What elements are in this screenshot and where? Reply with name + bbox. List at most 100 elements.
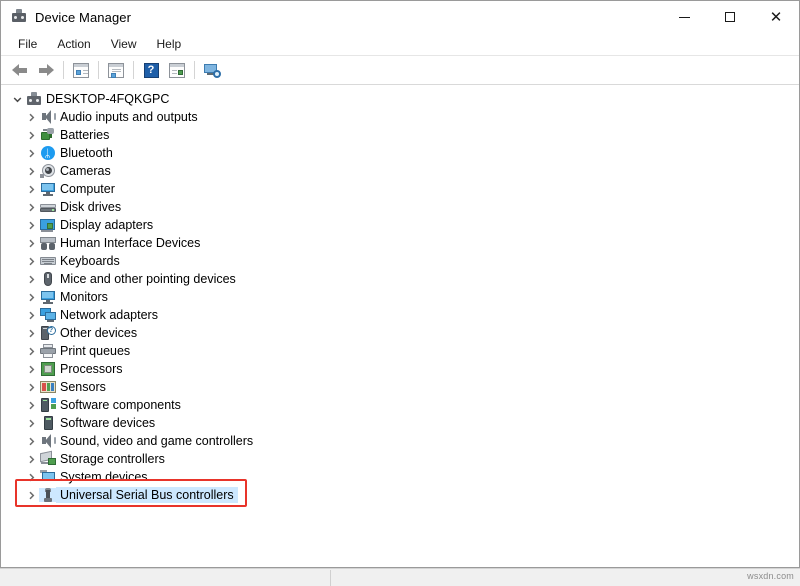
back-button[interactable]	[7, 58, 33, 82]
chevron-right-icon[interactable]	[23, 257, 39, 266]
minimize-button[interactable]	[661, 1, 707, 33]
tree-item-label: Sound, video and game controllers	[56, 433, 257, 449]
tree-item-sound-video-game[interactable]: Sound, video and game controllers	[1, 432, 799, 450]
chevron-right-icon[interactable]	[23, 383, 39, 392]
chevron-right-icon[interactable]	[23, 419, 39, 428]
tree-root-label: DESKTOP-4FQKGPC	[42, 91, 173, 107]
tree-item-label: Bluetooth	[56, 145, 117, 161]
tree-item-computer[interactable]: Computer	[1, 180, 799, 198]
tree-item-label: Display adapters	[56, 217, 157, 233]
tree-item-software-devices[interactable]: Software devices	[1, 414, 799, 432]
chevron-right-icon[interactable]	[23, 113, 39, 122]
chevron-right-icon[interactable]	[23, 473, 39, 482]
menu-view[interactable]: View	[102, 35, 146, 53]
forward-arrow-icon	[38, 64, 54, 77]
tree-item-label: Audio inputs and outputs	[56, 109, 202, 125]
chevron-right-icon[interactable]	[23, 437, 39, 446]
forward-button[interactable]	[33, 58, 59, 82]
display-adapter-icon	[39, 218, 56, 232]
maximize-button[interactable]	[707, 1, 753, 33]
tree-item-hid[interactable]: Human Interface Devices	[1, 234, 799, 252]
tree-root-desktop[interactable]: DESKTOP-4FQKGPC	[1, 90, 799, 108]
chevron-right-icon[interactable]	[23, 185, 39, 194]
back-arrow-icon	[12, 64, 28, 77]
status-bar-section-left	[0, 570, 331, 586]
toolbar-separator	[194, 61, 195, 79]
chevron-right-icon[interactable]	[23, 347, 39, 356]
scan-hardware-changes-button[interactable]	[199, 58, 225, 82]
tree-item-system-devices[interactable]: System devices	[1, 468, 799, 486]
tree-item-other-devices[interactable]: ? Other devices	[1, 324, 799, 342]
software-device-icon	[39, 416, 56, 430]
tree-item-sensors[interactable]: Sensors	[1, 378, 799, 396]
mouse-icon	[39, 272, 56, 286]
chevron-right-icon[interactable]	[23, 401, 39, 410]
tree-item-software-components[interactable]: Software components	[1, 396, 799, 414]
menu-file[interactable]: File	[9, 35, 46, 53]
chevron-right-icon[interactable]	[23, 221, 39, 230]
chevron-right-icon[interactable]	[23, 491, 39, 500]
properties-button[interactable]	[68, 58, 94, 82]
chevron-down-icon[interactable]	[9, 95, 25, 104]
tree-item-label: Universal Serial Bus controllers	[56, 487, 238, 503]
disk-drive-icon	[39, 200, 56, 214]
chevron-right-icon[interactable]	[23, 149, 39, 158]
close-button[interactable]: ✕	[753, 1, 799, 33]
human-interface-device-icon	[39, 236, 56, 250]
tree-item-display-adapters[interactable]: Display adapters	[1, 216, 799, 234]
chevron-right-icon[interactable]	[23, 203, 39, 212]
tree-item-monitors[interactable]: Monitors	[1, 288, 799, 306]
chevron-right-icon[interactable]	[23, 311, 39, 320]
close-icon: ✕	[770, 10, 783, 25]
usb-icon	[39, 488, 56, 502]
battery-icon	[39, 128, 56, 142]
content-area: DESKTOP-4FQKGPC Audio inputs and outputs…	[1, 85, 799, 567]
menu-action[interactable]: Action	[48, 35, 99, 53]
chevron-right-icon[interactable]	[23, 293, 39, 302]
help-button[interactable]: ?	[138, 58, 164, 82]
tree-item-print-queues[interactable]: Print queues	[1, 342, 799, 360]
tree-item-label: Network adapters	[56, 307, 162, 323]
chevron-right-icon[interactable]	[23, 275, 39, 284]
status-bar-section-right: wsxdn.com	[331, 570, 800, 586]
tree-item-label: Cameras	[56, 163, 115, 179]
tree-item-cameras[interactable]: Cameras	[1, 162, 799, 180]
device-tree[interactable]: DESKTOP-4FQKGPC Audio inputs and outputs…	[1, 85, 799, 567]
chevron-right-icon[interactable]	[23, 365, 39, 374]
tree-item-label: Storage controllers	[56, 451, 169, 467]
toolbar-separator	[133, 61, 134, 79]
monitor-icon	[39, 182, 56, 196]
show-hidden-devices-button[interactable]	[164, 58, 190, 82]
printer-icon	[39, 344, 56, 358]
show-hidden-devices-icon	[169, 63, 185, 78]
toolbar-separator	[63, 61, 64, 79]
tree-item-label: Print queues	[56, 343, 134, 359]
sensor-icon	[39, 380, 56, 394]
monitor-icon	[39, 290, 56, 304]
tree-item-usb-controllers[interactable]: Universal Serial Bus controllers	[1, 486, 799, 504]
status-bar: wsxdn.com	[0, 568, 800, 586]
tree-item-label: Sensors	[56, 379, 110, 395]
tree-item-storage-controllers[interactable]: Storage controllers	[1, 450, 799, 468]
other-device-icon: ?	[39, 326, 56, 340]
window-controls: ✕	[661, 1, 799, 33]
tree-item-processors[interactable]: Processors	[1, 360, 799, 378]
tree-item-disk-drives[interactable]: Disk drives	[1, 198, 799, 216]
tree-item-batteries[interactable]: Batteries	[1, 126, 799, 144]
tree-item-label: Software components	[56, 397, 185, 413]
chevron-right-icon[interactable]	[23, 455, 39, 464]
tree-item-audio[interactable]: Audio inputs and outputs	[1, 108, 799, 126]
network-adapter-icon	[39, 308, 56, 322]
tree-item-network-adapters[interactable]: Network adapters	[1, 306, 799, 324]
tree-item-keyboards[interactable]: Keyboards	[1, 252, 799, 270]
chevron-right-icon[interactable]	[23, 329, 39, 338]
tree-item-label: Mice and other pointing devices	[56, 271, 240, 287]
menu-help[interactable]: Help	[148, 35, 191, 53]
tree-item-bluetooth[interactable]: ᛦ Bluetooth	[1, 144, 799, 162]
chevron-right-icon[interactable]	[23, 167, 39, 176]
tree-item-label: System devices	[56, 469, 152, 485]
chevron-right-icon[interactable]	[23, 131, 39, 140]
tree-item-mice[interactable]: Mice and other pointing devices	[1, 270, 799, 288]
update-driver-button[interactable]	[103, 58, 129, 82]
chevron-right-icon[interactable]	[23, 239, 39, 248]
